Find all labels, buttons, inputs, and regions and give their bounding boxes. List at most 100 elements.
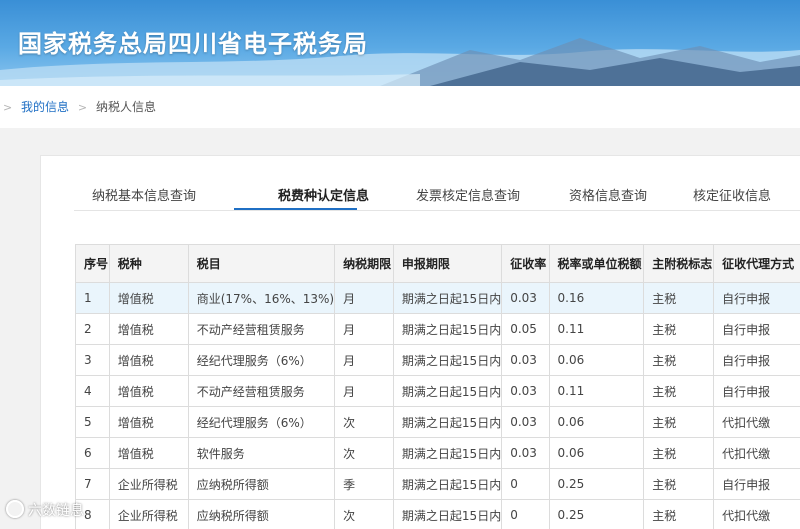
column-header: 征收代理方式 <box>714 245 800 283</box>
table-cell: 商业(17%、16%、13%) <box>188 283 334 314</box>
tab-tax-type-identification[interactable]: 税费种认定信息 <box>278 185 369 204</box>
header-banner: 国家税务总局四川省电子税务局 <box>0 0 800 86</box>
table-cell: 月 <box>335 283 394 314</box>
table-cell: 0.03 <box>502 283 549 314</box>
table-cell: 0.03 <box>502 438 549 469</box>
table-cell: 代扣代缴 <box>714 438 800 469</box>
table-cell: 主税 <box>644 438 714 469</box>
table-cell: 不动产经营租赁服务 <box>188 376 334 407</box>
table-cell: 0.05 <box>502 314 549 345</box>
table-body: 1增值税商业(17%、16%、13%)月期满之日起15日内0.030.16主税自… <box>76 283 800 529</box>
table-cell: 期满之日起15日内 <box>393 500 501 529</box>
column-header: 序号 <box>76 245 110 283</box>
table-cell: 0.11 <box>549 314 644 345</box>
table-cell: 自行申报 <box>714 345 800 376</box>
table-cell: 0.03 <box>502 407 549 438</box>
table-cell: 6 <box>76 438 110 469</box>
table-cell: 主税 <box>644 500 714 529</box>
table-cell: 增值税 <box>109 345 188 376</box>
table-cell: 主税 <box>644 407 714 438</box>
table-cell: 自行申报 <box>714 376 800 407</box>
column-header: 申报期限 <box>393 245 501 283</box>
table-row[interactable]: 3增值税经纪代理服务（6%）月期满之日起15日内0.030.06主税自行申报 <box>76 345 800 376</box>
table-cell: 月 <box>335 345 394 376</box>
table-cell: 0.16 <box>549 283 644 314</box>
table-cell: 自行申报 <box>714 314 800 345</box>
breadcrumb-my-info-link[interactable]: 我的信息 <box>21 100 69 114</box>
table-row[interactable]: 4增值税不动产经营租赁服务月期满之日起15日内0.030.11主税自行申报 <box>76 376 800 407</box>
table-row[interactable]: 5增值税经纪代理服务（6%）次期满之日起15日内0.030.06主税代扣代缴 <box>76 407 800 438</box>
table-cell: 代扣代缴 <box>714 407 800 438</box>
table-cell: 0 <box>502 500 549 529</box>
table-cell: 7 <box>76 469 110 500</box>
table-cell: 月 <box>335 314 394 345</box>
tab-basic-info[interactable]: 纳税基本信息查询 <box>92 185 196 204</box>
breadcrumb: > 我的信息 > 纳税人信息 <box>0 86 800 128</box>
table-cell: 0 <box>502 469 549 500</box>
table-cell: 主税 <box>644 376 714 407</box>
table-cell: 0.11 <box>549 376 644 407</box>
table-cell: 0.06 <box>549 345 644 376</box>
table-cell: 经纪代理服务（6%） <box>188 345 334 376</box>
table-cell: 2 <box>76 314 110 345</box>
table-row[interactable]: 8企业所得税应纳税所得额次期满之日起15日内00.25主税代扣代缴 <box>76 500 800 529</box>
table-cell: 主税 <box>644 469 714 500</box>
table-row[interactable]: 7企业所得税应纳税所得额季期满之日起15日内00.25主税自行申报 <box>76 469 800 500</box>
table-cell: 主税 <box>644 314 714 345</box>
table-cell: 增值税 <box>109 314 188 345</box>
table-cell: 增值税 <box>109 283 188 314</box>
table-cell: 次 <box>335 407 394 438</box>
table-row[interactable]: 6增值税软件服务次期满之日起15日内0.030.06主税代扣代缴 <box>76 438 800 469</box>
table-cell: 不动产经营租赁服务 <box>188 314 334 345</box>
table-cell: 主税 <box>644 345 714 376</box>
watermark: 六数链息 <box>6 500 84 520</box>
tab-invoice-approval[interactable]: 发票核定信息查询 <box>416 185 520 204</box>
tax-type-table: 序号税种税目纳税期限申报期限征收率税率或单位税额主附税标志征收代理方式 1增值税… <box>75 244 800 529</box>
table-cell: 月 <box>335 376 394 407</box>
breadcrumb-separator-icon: > <box>78 101 87 114</box>
table-cell: 期满之日起15日内 <box>393 376 501 407</box>
table-cell: 0.25 <box>549 500 644 529</box>
watermark-text: 六数链息 <box>28 503 84 519</box>
table-cell: 经纪代理服务（6%） <box>188 407 334 438</box>
table-cell: 次 <box>335 438 394 469</box>
table-cell: 0.06 <box>549 407 644 438</box>
column-header: 主附税标志 <box>644 245 714 283</box>
table-cell: 0.03 <box>502 345 549 376</box>
table-cell: 4 <box>76 376 110 407</box>
table-cell: 0.03 <box>502 376 549 407</box>
table-cell: 5 <box>76 407 110 438</box>
table-cell: 软件服务 <box>188 438 334 469</box>
content-panel: 纳税基本信息查询 税费种认定信息 发票核定信息查询 资格信息查询 核定征收信息 … <box>40 155 800 529</box>
table-cell: 增值税 <box>109 376 188 407</box>
table-cell: 企业所得税 <box>109 469 188 500</box>
table-cell: 期满之日起15日内 <box>393 438 501 469</box>
table-cell: 代扣代缴 <box>714 500 800 529</box>
breadcrumb-current: 纳税人信息 <box>96 100 156 114</box>
table-cell: 1 <box>76 283 110 314</box>
column-header: 纳税期限 <box>335 245 394 283</box>
column-header: 税率或单位税额 <box>549 245 644 283</box>
table-cell: 3 <box>76 345 110 376</box>
table-cell: 季 <box>335 469 394 500</box>
tab-assessed-collection[interactable]: 核定征收信息 <box>693 185 771 204</box>
table-row[interactable]: 2增值税不动产经营租赁服务月期满之日起15日内0.050.11主税自行申报 <box>76 314 800 345</box>
table-cell: 期满之日起15日内 <box>393 469 501 500</box>
site-title: 国家税务总局四川省电子税务局 <box>18 24 368 59</box>
active-tab-indicator <box>234 208 357 210</box>
tab-qualification-info[interactable]: 资格信息查询 <box>569 185 647 204</box>
table-cell: 应纳税所得额 <box>188 469 334 500</box>
table-cell: 期满之日起15日内 <box>393 314 501 345</box>
table-cell: 0.25 <box>549 469 644 500</box>
table-cell: 期满之日起15日内 <box>393 283 501 314</box>
breadcrumb-separator-icon: > <box>3 101 12 114</box>
table-header-row: 序号税种税目纳税期限申报期限征收率税率或单位税额主附税标志征收代理方式 <box>76 245 800 283</box>
watermark-logo-icon <box>6 500 24 518</box>
table-cell: 增值税 <box>109 407 188 438</box>
table-cell: 期满之日起15日内 <box>393 345 501 376</box>
table-row[interactable]: 1增值税商业(17%、16%、13%)月期满之日起15日内0.030.16主税自… <box>76 283 800 314</box>
table-cell: 自行申报 <box>714 469 800 500</box>
table-cell: 增值税 <box>109 438 188 469</box>
table-cell: 自行申报 <box>714 283 800 314</box>
table-cell: 0.06 <box>549 438 644 469</box>
